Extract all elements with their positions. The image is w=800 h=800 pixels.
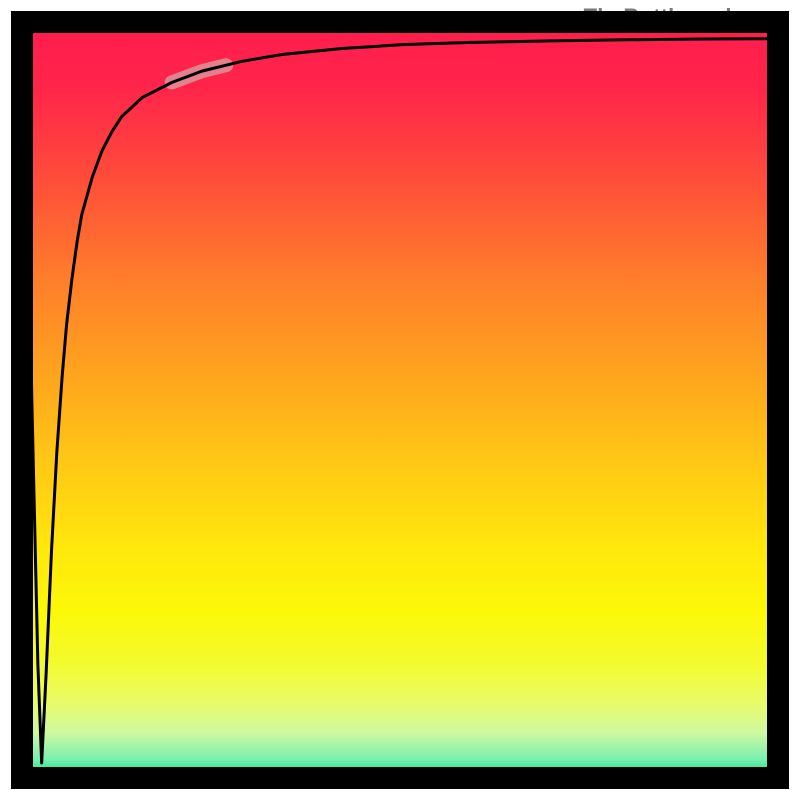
bottleneck-chart [0, 0, 800, 800]
chart-container: TheBottleneck.com [0, 0, 800, 800]
plot-background [22, 22, 778, 778]
